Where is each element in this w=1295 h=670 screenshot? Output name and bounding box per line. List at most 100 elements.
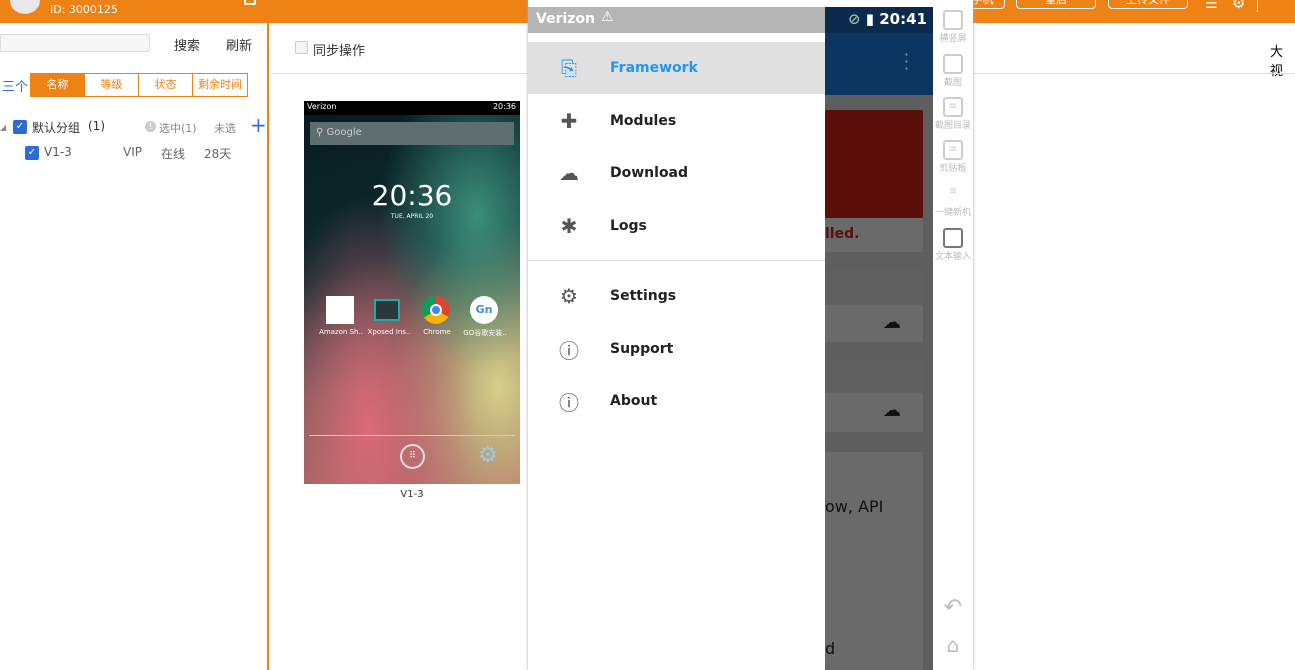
avatar[interactable] — [10, 0, 40, 14]
status-time: 20:41 — [879, 10, 927, 28]
drawer-item-about[interactable]: ⓘ About — [528, 375, 825, 427]
group-count: (1) — [88, 119, 105, 133]
upload-file-button[interactable]: 上传文件 — [1108, 0, 1188, 9]
carrier: Verizon — [307, 102, 337, 111]
chrome-icon[interactable] — [422, 296, 450, 324]
unselect-button[interactable]: 未选 — [214, 120, 236, 136]
framework-icon: ⎘ — [561, 56, 577, 80]
sort-tab-name[interactable]: 名称 — [31, 74, 85, 96]
tool-label: 截图 — [943, 78, 962, 88]
new-device-button[interactable]: ≋ 一键新机 — [933, 184, 973, 218]
sort-order-icon[interactable]: 三个 — [2, 76, 28, 95]
drawer-label: Support — [610, 341, 674, 357]
sort-tab-remaining[interactable]: 剩余时间 — [193, 74, 247, 96]
go-installer-icon[interactable]: Gn — [470, 296, 498, 324]
user-id: ID: 3000125 — [50, 3, 118, 16]
drawer-item-logs[interactable]: ✱ Logs — [528, 200, 825, 252]
back-icon[interactable]: ↶ — [933, 595, 973, 620]
drawer-label: Download — [610, 165, 689, 181]
restart-button[interactable]: 重启 — [1016, 0, 1096, 9]
gear-icon[interactable]: ⚙ — [1232, 0, 1245, 12]
screenshot-button[interactable]: 截图 — [933, 54, 973, 88]
clock: 20:36 — [371, 179, 453, 212]
status-card — [825, 110, 923, 218]
device-status: 在线 — [161, 147, 186, 161]
home-icon[interactable]: ⌂ — [933, 633, 973, 657]
drawer-item-settings[interactable]: ⚙ Settings — [528, 270, 825, 322]
selected-count[interactable]: 选中(1) — [159, 120, 197, 136]
clipboard-button[interactable]: ≡ 剪贴板 — [933, 140, 973, 174]
sort-tabs: 名称 等级 状态 剩余时间 — [30, 73, 248, 97]
text-input-icon — [943, 228, 963, 248]
info-text: d — [825, 639, 836, 658]
drawer-label: Modules — [610, 113, 677, 129]
phone-window: ⊘ ▮ 20:41 · · · lled. ☁ ☁ ow, API d Verizo… — [528, 0, 973, 670]
divider — [1257, 0, 1258, 12]
puzzle-icon: ✚ — [560, 109, 578, 133]
google-search-bar[interactable]: ⚲ Google — [310, 122, 514, 145]
tool-label: 横竖屏 — [939, 34, 967, 44]
drawer-label: Settings — [610, 288, 677, 304]
layers-icon: ≋ — [948, 186, 958, 197]
tool-label: 剪贴板 — [939, 164, 967, 174]
time: 20:36 — [492, 102, 516, 111]
overflow-menu-icon[interactable]: · · · — [904, 47, 909, 77]
refresh-button[interactable]: 刷新 — [226, 35, 252, 54]
status-bar-right: ⊘ ▮ 20:41 — [825, 7, 933, 33]
info-card: ow, API d — [825, 452, 923, 670]
cloud-icon[interactable]: ☁ — [883, 400, 901, 421]
info-icon: ! — [145, 121, 156, 132]
status-bar: Verizon ⚠ — [528, 7, 825, 33]
search-hint: Google — [326, 127, 362, 138]
tool-label: 文本输入 — [934, 252, 971, 262]
list-icon: ≡ — [943, 97, 963, 117]
xposed-icon[interactable] — [374, 299, 400, 321]
navigation-drawer: ⎘ Framework ✚ Modules ☁ Download ✱ Logs ⚙ Set… — [528, 33, 825, 670]
list-icon: ≡ — [943, 140, 963, 160]
group-checkbox[interactable]: ✓ — [13, 120, 27, 134]
collapse-icon[interactable]: ◢ — [0, 123, 6, 132]
add-icon[interactable]: + — [250, 113, 267, 137]
app-label: Xposed Ins.. — [367, 328, 411, 336]
cloud-icon: ☁ — [559, 161, 579, 185]
tool-label: 截图目录 — [934, 121, 971, 131]
tool-label: 一键新机 — [934, 208, 971, 218]
search-input[interactable] — [0, 34, 150, 52]
device-checkbox[interactable]: ✓ — [25, 146, 39, 160]
drawer-label: About — [610, 393, 658, 409]
amazon-icon[interactable] — [326, 296, 354, 324]
drawer-item-modules[interactable]: ✚ Modules — [528, 95, 825, 147]
app-drawer-icon[interactable]: ⠿ — [400, 444, 425, 469]
dock-divider — [309, 435, 515, 436]
sync-label: 同步操作 — [313, 44, 366, 59]
device-name[interactable]: V1-3 — [44, 145, 72, 159]
date: TUE, APRIL 20 — [390, 213, 434, 220]
device-thumbnail[interactable]: Verizon 20:36 ⚲ Google 20:36 TUE, APRIL … — [304, 101, 520, 484]
screenshot-folder-button[interactable]: ≡ 截图目录 — [933, 97, 973, 131]
app-label: Chrome — [423, 328, 451, 336]
hamburger-icon[interactable]: ☰ — [1205, 0, 1218, 12]
sync-checkbox[interactable] — [295, 41, 308, 54]
settings-app-icon[interactable]: ⚙ — [478, 443, 498, 468]
carrier: Verizon — [536, 11, 596, 27]
sort-tab-level[interactable]: 等级 — [85, 74, 139, 96]
bug-icon: ✱ — [560, 214, 578, 238]
sort-tab-status[interactable]: 状态 — [139, 74, 193, 96]
group-name: 默认分组 — [32, 121, 81, 135]
gear-icon: ⚙ — [560, 284, 578, 308]
app-label: Amazon Sh.. — [319, 328, 363, 336]
drawer-item-support[interactable]: ⓘ Support — [528, 323, 825, 375]
search-button[interactable]: 搜索 — [174, 35, 200, 54]
drawer-divider — [528, 260, 825, 261]
drawer-item-download[interactable]: ☁ Download — [528, 147, 825, 199]
drawer-item-framework[interactable]: ⎘ Framework — [528, 42, 825, 94]
info-icon: ⓘ — [559, 390, 579, 415]
rotate-screen-button[interactable]: 横竖屏 — [933, 10, 973, 44]
thumb-status-bar: Verizon 20:36 — [304, 101, 520, 115]
app-label: GO谷歌安装.. — [463, 329, 507, 337]
warning-icon: ⚠ — [601, 9, 614, 25]
text-input-button[interactable]: 文本输入 — [933, 228, 973, 262]
device-remaining: 28天 — [204, 147, 232, 161]
cloud-download-icon[interactable]: ☁ — [883, 312, 901, 333]
window-icon[interactable] — [244, 0, 256, 5]
